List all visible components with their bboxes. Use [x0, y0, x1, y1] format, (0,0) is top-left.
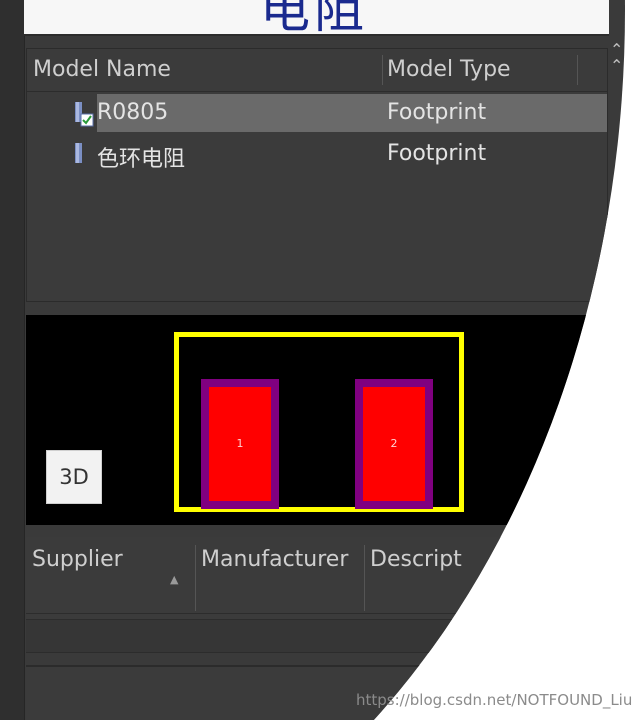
panel-left-strip: [0, 0, 25, 720]
column-header-model-type[interactable]: Model Type: [387, 57, 511, 82]
model-name: 色环电阻: [97, 147, 186, 172]
view-3d-button[interactable]: 3D: [46, 450, 102, 504]
column-header-supplier[interactable]: Supplier: [32, 547, 123, 572]
component-outline: 1 2: [174, 332, 464, 512]
column-separator[interactable]: [577, 55, 578, 85]
collapse-up-icon[interactable]: ⌃ ⌃: [610, 42, 623, 74]
column-header-model-name[interactable]: Model Name: [33, 57, 171, 82]
model-row-r0805[interactable]: R0805 Footprint: [27, 94, 607, 132]
column-header-manufacturer[interactable]: Manufacturer: [201, 547, 348, 572]
model-row-color-band-resistor[interactable]: 色环电阻 Footprint: [27, 135, 607, 173]
column-header-description[interactable]: Descript: [370, 547, 462, 572]
column-separator[interactable]: [195, 545, 196, 611]
supplier-table: Supplier ▲ Manufacturer Descript: [26, 537, 625, 653]
sort-ascending-icon[interactable]: ▲: [170, 573, 178, 586]
model-type: Footprint: [387, 141, 487, 166]
column-separator[interactable]: [382, 55, 383, 85]
models-table: Model Name Model Type R0805 Footprint 色环…: [26, 48, 608, 302]
pad-label: 1: [236, 437, 244, 450]
footprint-model-icon: [75, 102, 94, 127]
supplier-table-footer: [26, 619, 625, 653]
screenshot-stage: 电阻 ⌃ ⌃ Model Name Model Type R0805 Footpr…: [0, 0, 632, 720]
footprint-model-icon: [75, 143, 82, 163]
models-header-row: Model Name Model Type: [27, 49, 607, 92]
symbol-preview: 电阻: [24, 0, 609, 36]
properties-panel: 电阻 ⌃ ⌃ Model Name Model Type R0805 Footpr…: [0, 0, 625, 720]
model-name: R0805: [97, 100, 169, 125]
symbol-preview-text: 电阻: [260, 0, 368, 36]
supplier-header-row: Supplier ▲ Manufacturer Descript: [26, 537, 625, 614]
footprint-preview[interactable]: 1 2 3D: [26, 315, 625, 525]
watermark-text: https://blog.csdn.net/NOTFOUND_Liu: [356, 691, 632, 709]
pad-label: 2: [390, 437, 398, 450]
pad-1: 1: [201, 379, 279, 509]
model-type: Footprint: [387, 100, 487, 125]
column-separator[interactable]: [364, 545, 365, 611]
pad-2: 2: [355, 379, 433, 509]
